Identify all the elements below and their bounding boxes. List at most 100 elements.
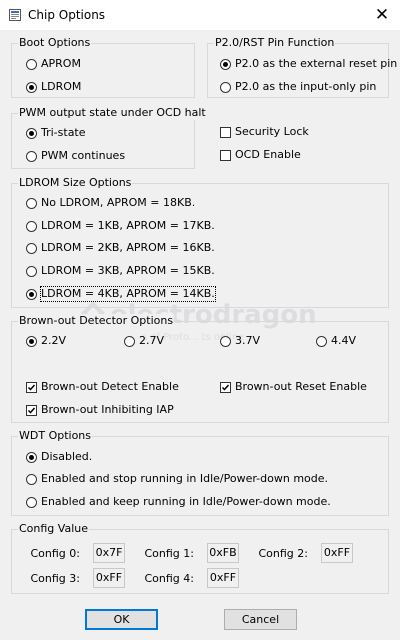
boot-ldrom-label: LDROM (41, 80, 82, 93)
cancel-button[interactable]: Cancel (224, 609, 297, 630)
p20-input-only-radio[interactable] (220, 81, 231, 93)
ldrom-none-option[interactable]: No LDROM, APROM = 18KB. (26, 196, 195, 210)
ldrom-2kb-option[interactable]: LDROM = 2KB, APROM = 16KB. (26, 241, 215, 255)
boot-ldrom-option[interactable]: LDROM (26, 80, 81, 94)
close-icon: ✕ (374, 5, 390, 25)
boot-aprom-option[interactable]: APROM (26, 57, 81, 71)
pwm-continues-label: PWM continues (41, 149, 126, 162)
wdt-stop-idle-radio[interactable] (26, 473, 37, 485)
p20-function-group: P2.0/RST Pin Function P2.0 as the extern… (207, 36, 397, 98)
bod-3v7-label: 3.7V (235, 334, 261, 347)
pwm-state-group: PWM output state under OCD halt Tri-stat… (11, 106, 207, 169)
bod-2v2-option[interactable]: 2.2V (26, 334, 66, 348)
bod-reset-enable-checkbox[interactable] (220, 381, 231, 393)
config-0-value: 0x7F (93, 543, 125, 563)
ldrom-4kb-label: LDROM = 4KB, APROM = 14KB. (40, 286, 216, 302)
wdt-keep-running-option[interactable]: Enabled and keep running in Idle/Power-d… (26, 495, 331, 509)
bod-4v4-label: 4.4V (331, 334, 357, 347)
ldrom-2kb-label: LDROM = 2KB, APROM = 16KB. (41, 241, 215, 254)
security-lock-checkbox[interactable] (220, 126, 231, 138)
wdt-disabled-radio[interactable] (26, 451, 37, 463)
wdt-disabled-option[interactable]: Disabled. (26, 450, 92, 464)
config-4-label: Config 4: (144, 572, 195, 585)
p20-input-only-label: P2.0 as the input-only pin (235, 80, 377, 93)
boot-aprom-label: APROM (41, 57, 81, 70)
p20-function-legend: P2.0/RST Pin Function (214, 36, 336, 50)
ldrom-size-legend: LDROM Size Options (18, 176, 133, 190)
ldrom-1kb-option[interactable]: LDROM = 1KB, APROM = 17KB. (26, 219, 215, 233)
pwm-tristate-option[interactable]: Tri-state (26, 126, 86, 140)
security-lock-option[interactable]: Security Lock (220, 125, 309, 139)
title-bar: Chip Options ✕ (0, 0, 400, 30)
config-1-label: Config 1: (144, 547, 195, 560)
ldrom-2kb-radio[interactable] (26, 242, 37, 254)
config-value-group: Config Value Config 0: 0x7F Config 1: 0x… (11, 522, 389, 594)
boot-aprom-radio[interactable] (26, 58, 37, 70)
boot-ldrom-radio[interactable] (26, 81, 37, 93)
p20-reset-pin-label: P2.0 as the external reset pin (235, 57, 398, 70)
wdt-legend: WDT Options (18, 429, 93, 443)
bod-2v7-label: 2.7V (139, 334, 165, 347)
bod-detect-enable-checkbox[interactable] (26, 381, 37, 393)
ocd-enable-checkbox[interactable] (220, 149, 231, 161)
ldrom-none-label: No LDROM, APROM = 18KB. (41, 196, 196, 209)
wdt-stop-idle-label: Enabled and stop running in Idle/Power-d… (41, 472, 329, 485)
pwm-tristate-radio[interactable] (26, 127, 37, 139)
config-0-label: Config 0: (30, 547, 81, 560)
ldrom-1kb-radio[interactable] (26, 220, 37, 232)
pwm-state-legend: PWM output state under OCD halt (18, 106, 207, 120)
bod-inhibit-iap-label: Brown-out Inhibiting IAP (41, 403, 174, 416)
bod-2v7-radio[interactable] (124, 335, 135, 347)
config-3-value: 0xFF (93, 568, 125, 588)
ldrom-1kb-label: LDROM = 1KB, APROM = 17KB. (41, 219, 215, 232)
bod-4v4-radio[interactable] (316, 335, 327, 347)
bod-inhibit-iap-option[interactable]: Brown-out Inhibiting IAP (26, 403, 174, 417)
config-2-label: Config 2: (258, 547, 309, 560)
bod-4v4-option[interactable]: 4.4V (316, 334, 356, 348)
bod-group: Brown-out Detector Options 2.2V 2.7V 3.7… (11, 314, 389, 423)
ldrom-3kb-option[interactable]: LDROM = 3KB, APROM = 15KB. (26, 264, 215, 278)
ocd-enable-option[interactable]: OCD Enable (220, 148, 301, 162)
ldrom-size-group: LDROM Size Options No LDROM, APROM = 18K… (11, 176, 389, 308)
config-value-legend: Config Value (18, 522, 89, 536)
pwm-continues-radio[interactable] (26, 150, 37, 162)
p20-input-only-option[interactable]: P2.0 as the input-only pin (220, 80, 376, 94)
ldrom-3kb-radio[interactable] (26, 265, 37, 277)
bod-reset-enable-label: Brown-out Reset Enable (235, 380, 367, 393)
p20-reset-pin-radio[interactable] (220, 58, 231, 70)
close-button[interactable]: ✕ (370, 4, 394, 26)
ldrom-4kb-radio[interactable] (26, 288, 37, 300)
bod-3v7-option[interactable]: 3.7V (220, 334, 260, 348)
window-title: Chip Options (28, 8, 106, 22)
wdt-disabled-label: Disabled. (41, 450, 93, 463)
security-lock-label: Security Lock (235, 125, 309, 138)
ok-button[interactable]: OK (85, 609, 158, 630)
pwm-continues-option[interactable]: PWM continues (26, 149, 125, 163)
bod-legend: Brown-out Detector Options (18, 314, 175, 328)
bod-2v2-radio[interactable] (26, 335, 37, 347)
p20-reset-pin-option[interactable]: P2.0 as the external reset pin (220, 57, 397, 71)
bod-2v2-label: 2.2V (41, 334, 67, 347)
wdt-keep-running-label: Enabled and keep running in Idle/Power-d… (41, 495, 331, 508)
ocd-enable-label: OCD Enable (235, 148, 301, 161)
wdt-keep-running-radio[interactable] (26, 496, 37, 508)
boot-options-group: Boot Options APROM LDROM (11, 36, 195, 98)
boot-options-legend: Boot Options (18, 36, 92, 50)
bod-detect-enable-label: Brown-out Detect Enable (41, 380, 179, 393)
bod-reset-enable-option[interactable]: Brown-out Reset Enable (220, 380, 367, 394)
pwm-tristate-label: Tri-state (41, 126, 86, 139)
bod-detect-enable-option[interactable]: Brown-out Detect Enable (26, 380, 179, 394)
config-4-value: 0xFF (207, 568, 239, 588)
config-2-value: 0xFF (321, 543, 353, 563)
ldrom-3kb-label: LDROM = 3KB, APROM = 15KB. (41, 264, 215, 277)
bod-3v7-radio[interactable] (220, 335, 231, 347)
app-icon (9, 9, 21, 21)
wdt-stop-idle-option[interactable]: Enabled and stop running in Idle/Power-d… (26, 472, 328, 486)
ldrom-none-radio[interactable] (26, 197, 37, 209)
config-1-value: 0xFB (207, 543, 239, 563)
bod-inhibit-iap-checkbox[interactable] (26, 404, 37, 416)
bod-2v7-option[interactable]: 2.7V (124, 334, 164, 348)
config-3-label: Config 3: (30, 572, 81, 585)
ldrom-4kb-option[interactable]: LDROM = 4KB, APROM = 14KB. (26, 286, 216, 302)
wdt-group: WDT Options Disabled. Enabled and stop r… (11, 429, 389, 516)
